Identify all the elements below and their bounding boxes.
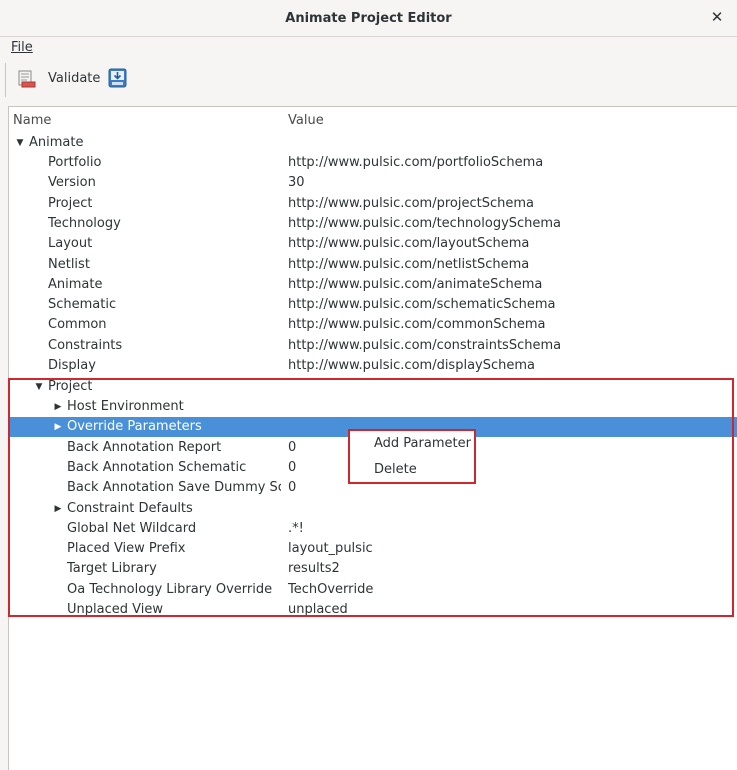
tree-row-name: Project <box>48 195 93 211</box>
tree-row-name: Common <box>48 317 107 333</box>
toolbar-separator <box>5 63 6 97</box>
tree-row-animate[interactable]: ▼ Animate <box>9 133 737 153</box>
tree-row-value[interactable]: http://www.pulsic.com/animateSchema <box>288 275 542 295</box>
tree-row[interactable]: Display http://www.pulsic.com/displaySche… <box>9 356 737 376</box>
collapsed-arrow-icon[interactable]: ▶ <box>52 499 64 519</box>
collapsed-arrow-icon[interactable]: ▶ <box>52 397 64 417</box>
tree-row[interactable]: Version 30 <box>9 173 737 193</box>
download-icon[interactable] <box>108 68 127 88</box>
tree-row-name: Display <box>48 358 96 373</box>
tree-row-name: Back Annotation Report <box>67 439 222 455</box>
tree-row-value[interactable]: TechOverride <box>288 580 373 600</box>
tree-row-label: Animate <box>29 135 84 150</box>
tree-row-name: Oa Technology Library Override <box>67 581 273 597</box>
tree-row-name: Target Library <box>67 561 157 577</box>
tree-row-name: Placed View Prefix <box>67 541 186 557</box>
toolbar: Validate <box>0 60 737 100</box>
tree-row-value[interactable]: 0 <box>288 458 296 478</box>
tree-row-name: Override Parameters <box>67 419 202 435</box>
menu-item-add-parameter[interactable]: Add Parameter <box>374 436 471 451</box>
tree-row-name: Schematic <box>48 297 117 313</box>
tree-row-value[interactable]: http://www.pulsic.com/technologySchema <box>288 214 561 234</box>
tree-row-project[interactable]: ▼ Project <box>9 377 737 397</box>
tree-row-name: Unplaced View <box>67 602 163 617</box>
tree-row[interactable]: Technology http://www.pulsic.com/technolo… <box>9 214 737 234</box>
expanded-arrow-icon[interactable]: ▼ <box>33 377 45 397</box>
tree-row-name: Layout <box>48 236 93 252</box>
tree-row[interactable]: Project http://www.pulsic.com/projectSche… <box>9 194 737 214</box>
tree-row-value[interactable]: 30 <box>288 173 305 193</box>
tree-row[interactable]: Global Net Wildcard .*! <box>9 519 737 539</box>
tree-row-name: Host Environment <box>67 399 184 414</box>
tree-row[interactable]: Schematic http://www.pulsic.com/schematic… <box>9 295 737 315</box>
menu-file[interactable]: File <box>11 40 33 55</box>
tree-row[interactable]: Common http://www.pulsic.com/commonSchema <box>9 315 737 335</box>
tree-row-name: Technology <box>48 215 121 231</box>
tree-row[interactable]: Oa Technology Library Override TechOverri… <box>9 580 737 600</box>
tree-row-value[interactable]: http://www.pulsic.com/constraintsSchema <box>288 336 561 356</box>
tree-row[interactable]: Unplaced View unplaced <box>9 600 737 620</box>
tree-row[interactable]: Target Library results2 <box>9 559 737 579</box>
window-title: Animate Project Editor <box>285 10 452 26</box>
tree-row[interactable]: Constraints http://www.pulsic.com/constra… <box>9 336 737 356</box>
validate-button[interactable]: Validate <box>48 71 100 86</box>
column-header-value[interactable]: Value <box>288 113 324 128</box>
tree-row-name: Animate <box>48 276 103 292</box>
tree-header: Name Value <box>9 107 737 133</box>
tree-row-name: Netlist <box>48 256 90 272</box>
tree-row[interactable]: ▶ Constraint Defaults <box>9 499 737 519</box>
title-bar: Animate Project Editor ✕ <box>0 0 737 37</box>
tree-row-value[interactable]: http://www.pulsic.com/schematicSchema <box>288 295 555 315</box>
context-menu: Add Parameter Delete <box>348 429 476 484</box>
tree-row-value[interactable]: 0 <box>288 478 296 498</box>
tree-row[interactable]: Portfolio http://www.pulsic.com/portfolio… <box>9 153 737 173</box>
tree-row[interactable]: Layout http://www.pulsic.com/layoutSchema <box>9 234 737 254</box>
tree-row-value[interactable]: results2 <box>288 559 340 579</box>
tree-row-value[interactable]: http://www.pulsic.com/netlistSchema <box>288 255 529 275</box>
menu-bar: File <box>0 37 737 59</box>
tree-row-name: Portfolio <box>48 155 102 170</box>
tree-row[interactable]: Animate http://www.pulsic.com/animateSche… <box>9 275 737 295</box>
tree-row[interactable]: Placed View Prefix layout_pulsic <box>9 539 737 559</box>
tree-row[interactable]: ▶ Host Environment <box>9 397 737 417</box>
tree-row-value[interactable]: layout_pulsic <box>288 539 373 559</box>
tree-row-value[interactable]: http://www.pulsic.com/projectSchema <box>288 194 534 214</box>
tree-row-name: Back Annotation Save Dummy Sch… <box>67 480 281 496</box>
collapsed-arrow-icon[interactable]: ▶ <box>52 417 64 437</box>
tree-row-name: Constraint Defaults <box>67 500 193 516</box>
expanded-arrow-icon[interactable]: ▼ <box>14 133 26 153</box>
tree-row-value[interactable]: http://www.pulsic.com/commonSchema <box>288 315 545 335</box>
tree-row-value[interactable]: http://www.pulsic.com/layoutSchema <box>288 234 529 254</box>
tree-row-value[interactable]: .*! <box>288 519 304 539</box>
tree-row-name: Version <box>48 175 96 191</box>
column-header-name[interactable]: Name <box>13 113 51 128</box>
validate-icon[interactable] <box>18 70 36 88</box>
tree-row[interactable]: Netlist http://www.pulsic.com/netlistSche… <box>9 255 737 275</box>
tree-row-value[interactable]: http://www.pulsic.com/portfolioSchema <box>288 153 543 173</box>
close-icon[interactable]: ✕ <box>709 9 725 25</box>
tree-row-label: Project <box>48 379 93 394</box>
tree-row-name: Global Net Wildcard <box>67 520 197 536</box>
tree-row-value[interactable]: unplaced <box>288 600 348 620</box>
tree-row-name: Constraints <box>48 337 123 353</box>
tree-row-value[interactable]: 0 <box>288 438 296 458</box>
tree-row-name: Back Annotation Schematic <box>67 459 247 475</box>
tree-row-value[interactable]: http://www.pulsic.com/displaySchema <box>288 356 535 376</box>
menu-item-delete[interactable]: Delete <box>374 462 417 477</box>
